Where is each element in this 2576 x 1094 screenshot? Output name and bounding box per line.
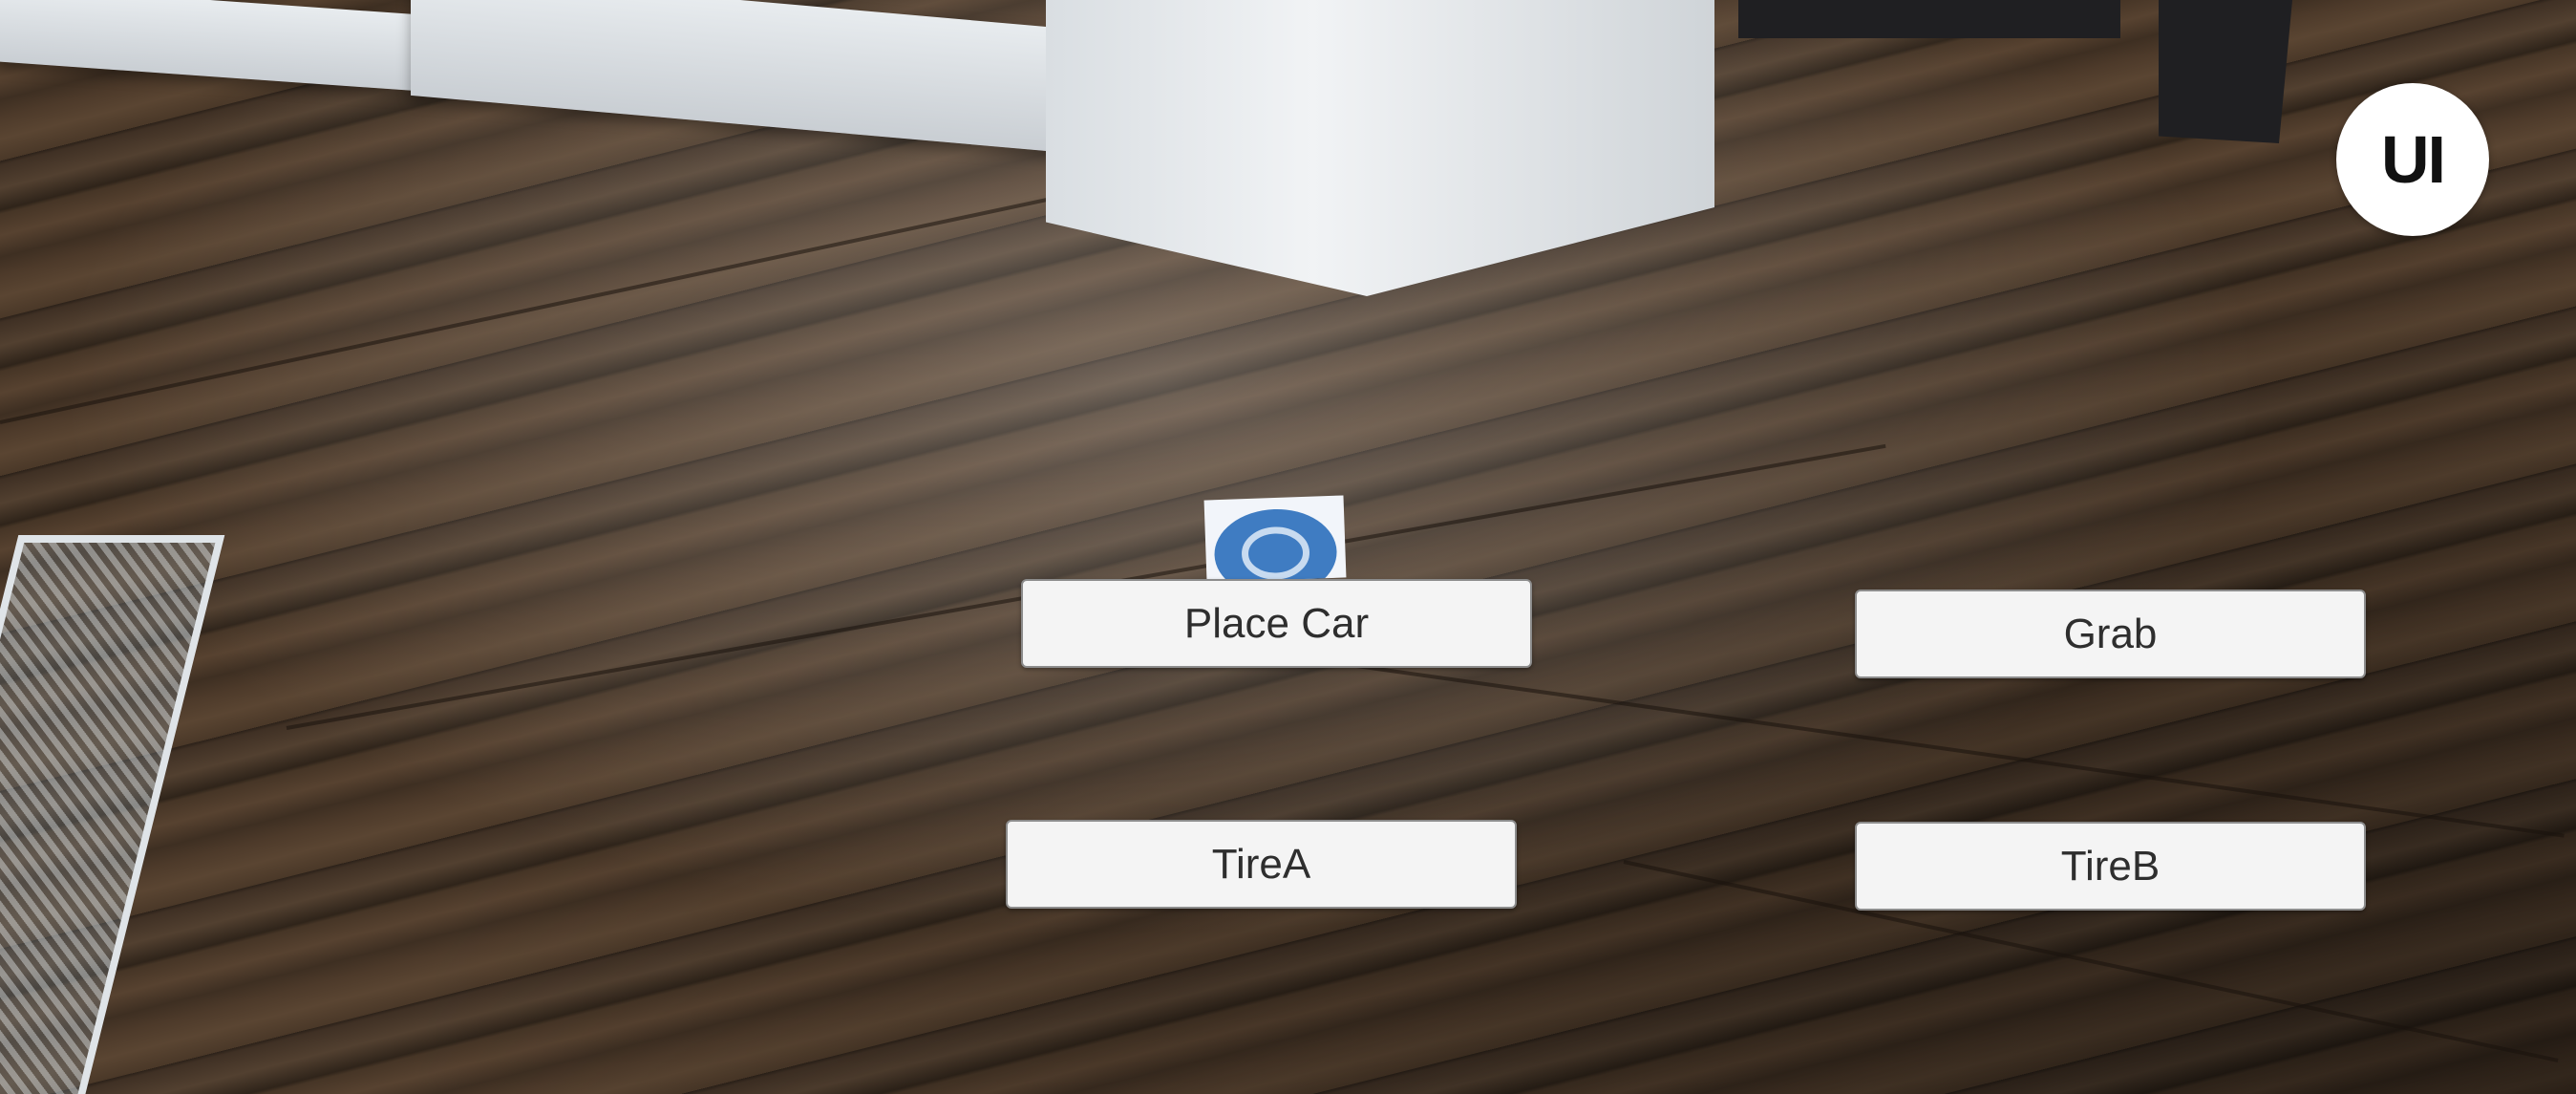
placement-reticle-icon <box>1214 508 1337 583</box>
furniture-leg <box>1738 0 2120 38</box>
placement-marker <box>1203 495 1347 583</box>
chair-dark <box>2159 0 2292 143</box>
tire-b-button[interactable]: TireB <box>1855 822 2366 911</box>
tire-a-button[interactable]: TireA <box>1006 820 1517 909</box>
place-car-button[interactable]: Place Car <box>1021 579 1532 668</box>
grab-button[interactable]: Grab <box>1855 590 2366 678</box>
ar-camera-view: Place Car Grab TireA TireB UI <box>0 0 2576 1094</box>
ui-toggle-button[interactable]: UI <box>2336 83 2489 236</box>
